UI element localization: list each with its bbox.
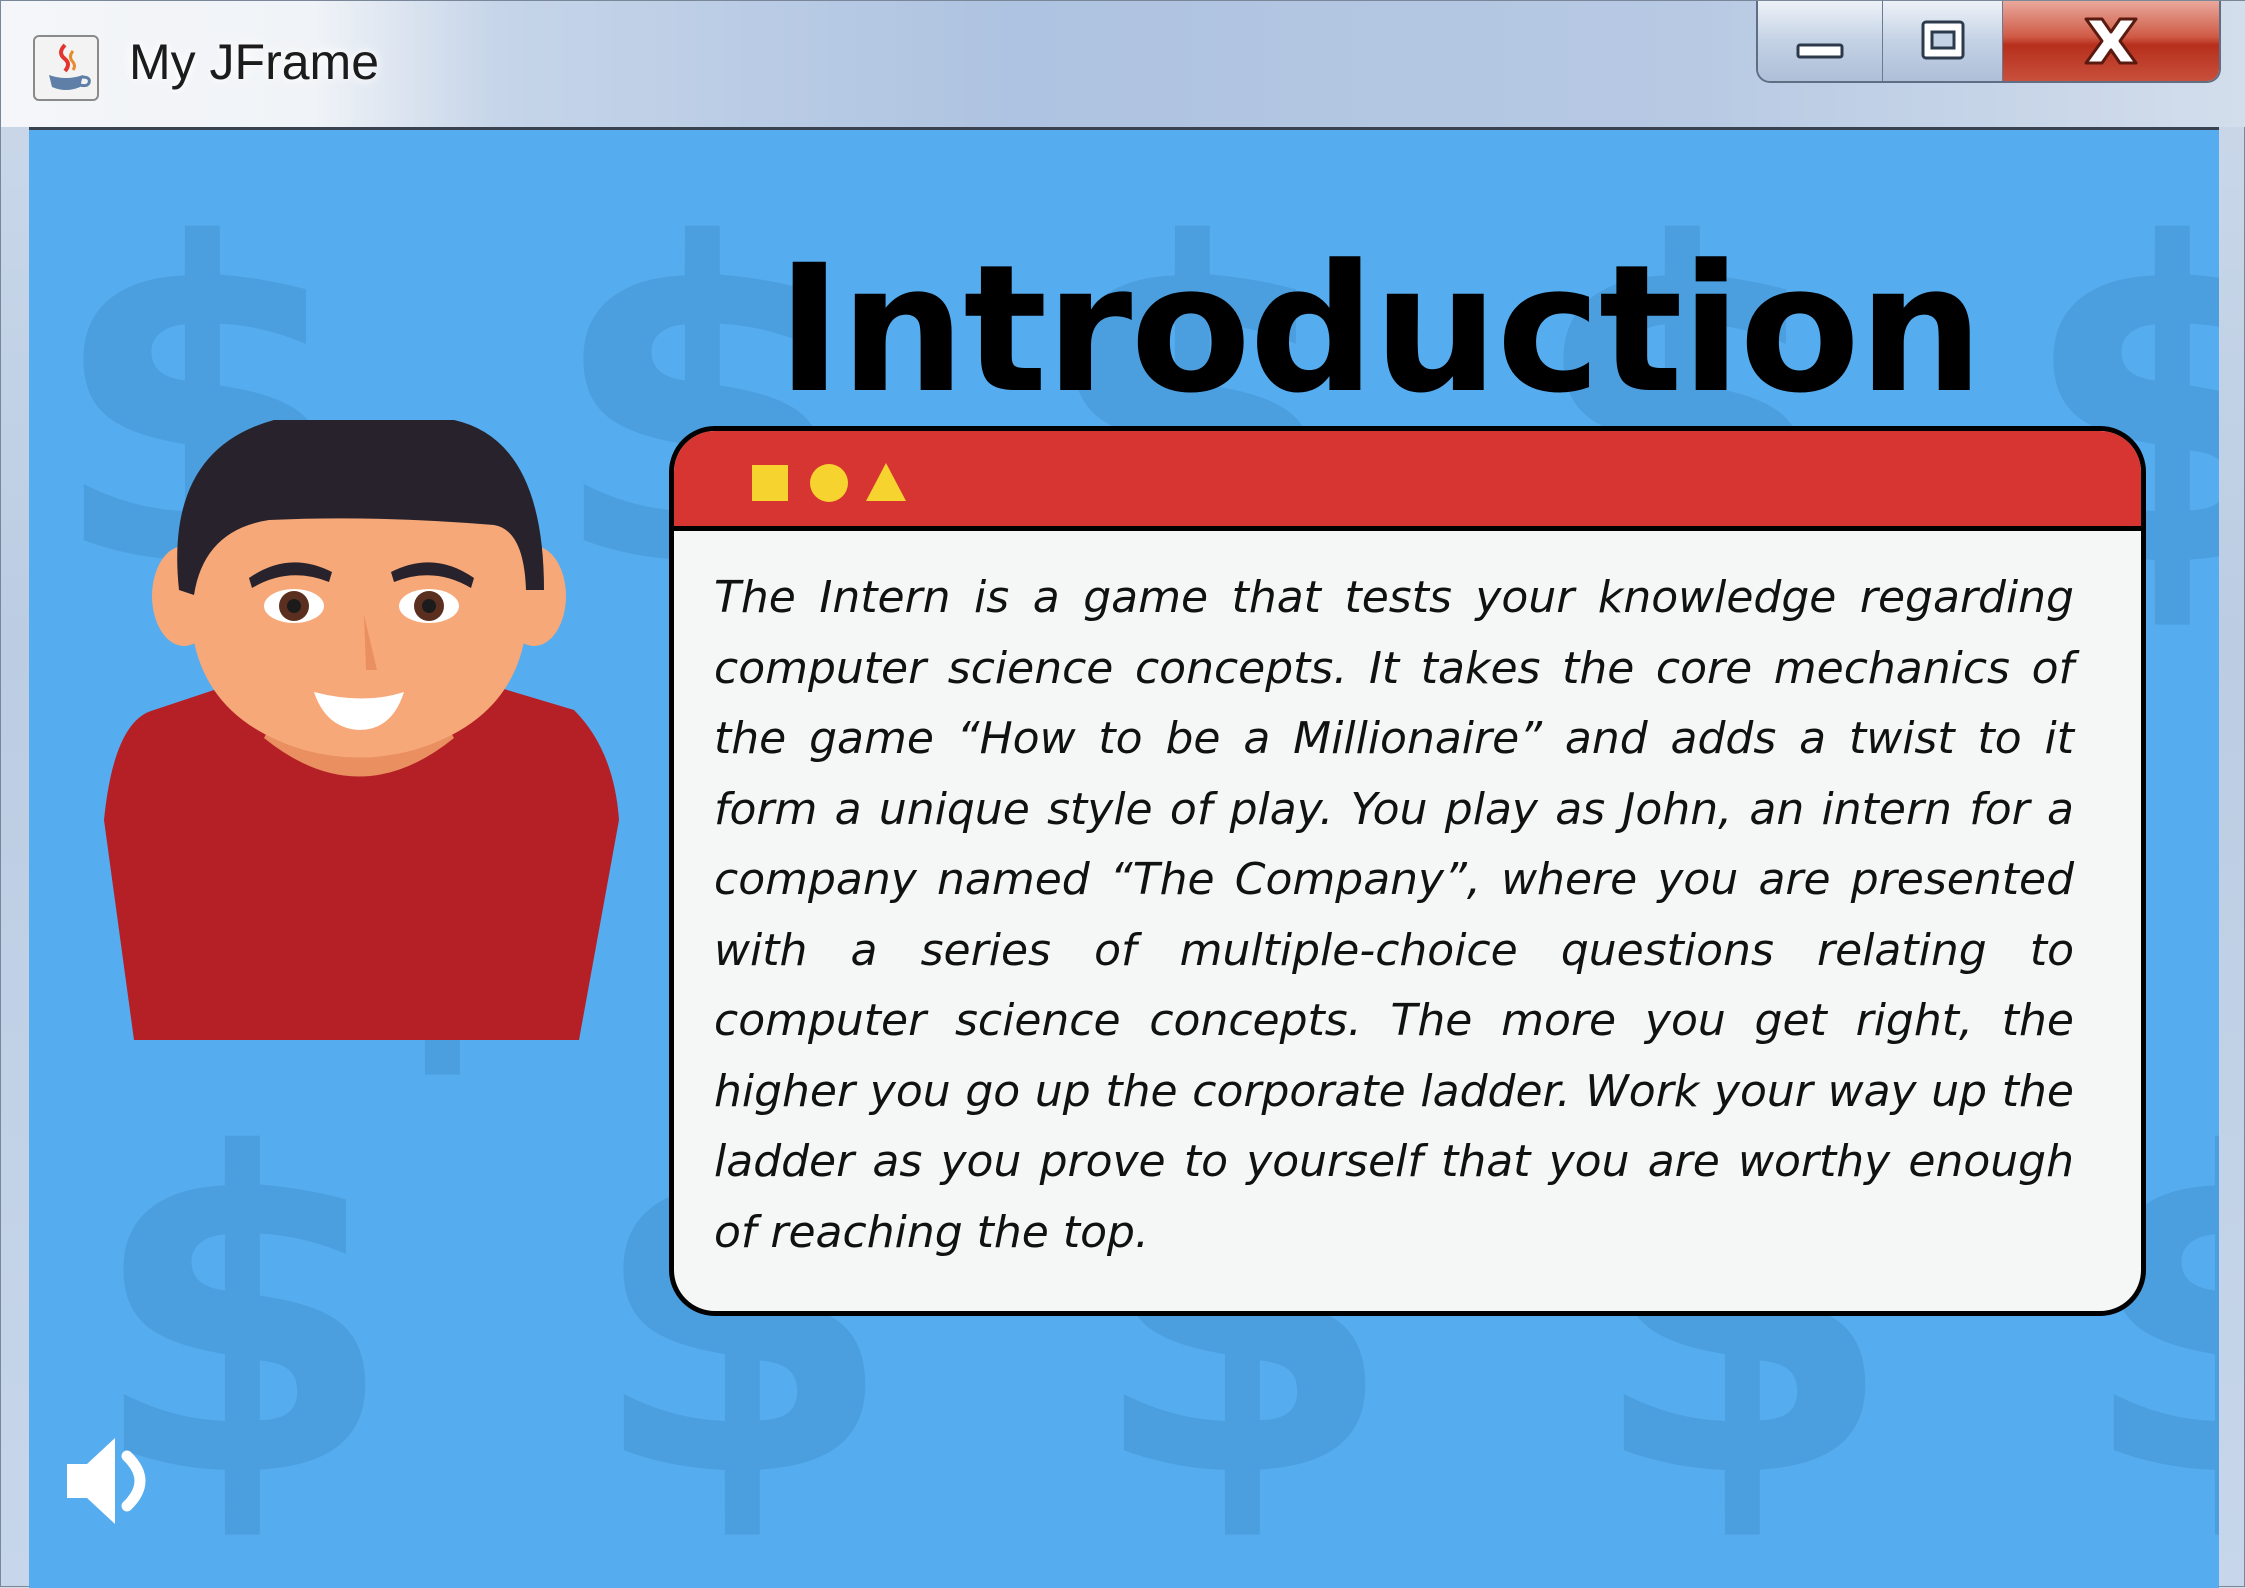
sound-toggle-button[interactable] [57,1426,167,1540]
close-icon [2084,17,2138,65]
card-header [674,431,2141,531]
maximize-button[interactable] [1883,1,2003,81]
page-title: Introduction [776,227,1984,432]
speaker-icon [67,1438,146,1524]
intro-description: The Intern is a game that tests your kno… [714,572,2074,1258]
avatar-john [104,420,619,1040]
game-panel: $ $ $ $ $ $ $ $ $ $ $ $ $ $ Introduction [29,127,2219,1588]
close-button[interactable] [2003,1,2219,81]
triangle-icon [866,463,906,501]
minimize-icon [1796,43,1844,59]
window-title: My JFrame [129,34,379,90]
square-icon [752,465,788,501]
circle-icon [810,464,848,502]
minimize-button[interactable] [1758,1,1883,81]
title-bar[interactable]: My JFrame [1,1,2245,127]
maximize-icon [1921,20,1964,60]
caption-buttons [1756,1,2221,83]
java-cup-icon[interactable] [33,35,99,101]
app-window: My JFrame $ $ $ $ $ $ $ $ Introduction T… [0,0,2245,1588]
intro-card: The Intern is a game that tests your kno… [669,426,2146,1316]
